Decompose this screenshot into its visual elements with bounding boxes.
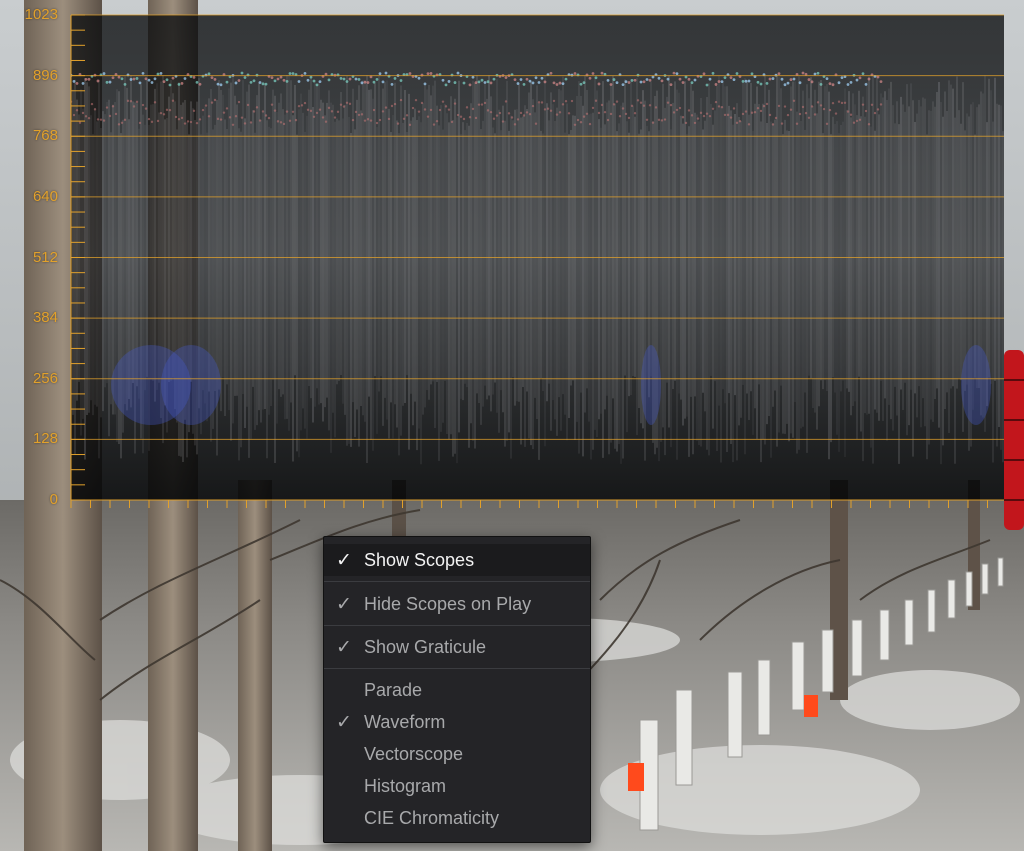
axis-tick-label: 640 bbox=[32, 187, 58, 205]
menu-separator bbox=[324, 581, 590, 582]
menu-item-histogram[interactable]: Histogram bbox=[324, 770, 590, 802]
menu-separator bbox=[324, 668, 590, 669]
menu-item-label: Parade bbox=[364, 679, 423, 700]
axis-tick-label: 768 bbox=[32, 127, 58, 145]
menu-item-label: Hide Scopes on Play bbox=[364, 593, 532, 614]
axis-tick-label: 896 bbox=[32, 66, 58, 84]
axis-tick-label: 512 bbox=[32, 248, 58, 266]
menu-item-label: Histogram bbox=[364, 775, 447, 796]
axis-tick-label: 1023 bbox=[24, 6, 58, 23]
menu-item-label: CIE Chromaticity bbox=[364, 807, 500, 828]
axis-tick-label: 128 bbox=[32, 430, 58, 448]
checkmark-icon: ✓ bbox=[336, 593, 352, 615]
checkmark-icon: ✓ bbox=[336, 636, 352, 658]
axis-tick-label: 256 bbox=[32, 369, 58, 387]
menu-item-label: Vectorscope bbox=[364, 743, 464, 764]
scopes-context-menu: ✓ Show Scopes ✓ Hide Scopes on Play ✓ Sh… bbox=[323, 536, 591, 843]
axis-tick-label: 384 bbox=[32, 309, 58, 327]
menu-separator bbox=[324, 625, 590, 626]
menu-item-label: Waveform bbox=[364, 711, 446, 732]
menu-item-hide-scopes-on-play[interactable]: ✓ Hide Scopes on Play bbox=[324, 588, 590, 620]
checkmark-icon: ✓ bbox=[336, 711, 352, 733]
menu-item-show-graticule[interactable]: ✓ Show Graticule bbox=[324, 631, 590, 663]
menu-item-label: Show Graticule bbox=[364, 636, 487, 657]
menu-item-waveform[interactable]: ✓ Waveform bbox=[324, 706, 590, 738]
menu-item-show-scopes[interactable]: ✓ Show Scopes bbox=[324, 544, 590, 576]
menu-item-label: Show Scopes bbox=[364, 549, 475, 570]
menu-item-vectorscope[interactable]: Vectorscope bbox=[324, 738, 590, 770]
checkmark-icon: ✓ bbox=[336, 549, 352, 571]
menu-item-parade[interactable]: Parade bbox=[324, 674, 590, 706]
axis-tick-label: 0 bbox=[49, 491, 58, 508]
menu-item-cie-chromaticity[interactable]: CIE Chromaticity bbox=[324, 802, 590, 834]
